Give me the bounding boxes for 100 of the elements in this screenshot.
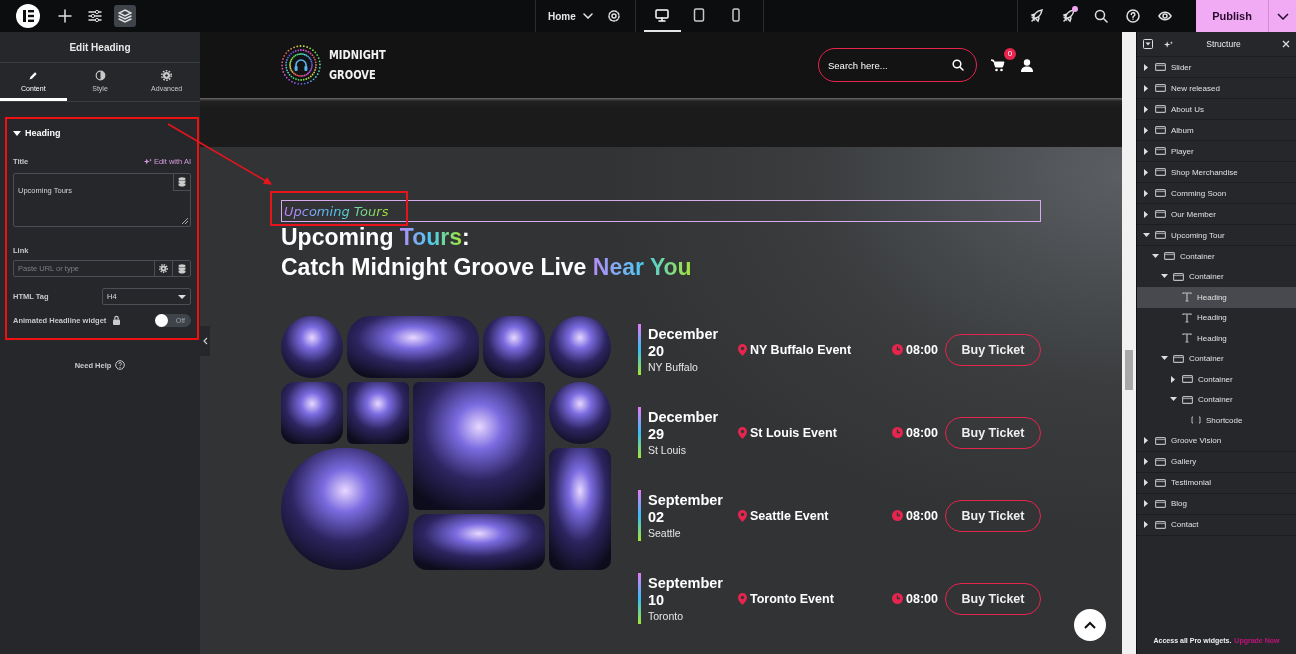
layers-icon (118, 9, 132, 23)
container-icon (1173, 353, 1184, 364)
event-time: 08:00 (906, 591, 938, 606)
container-icon (1155, 230, 1166, 240)
structure-button[interactable] (114, 5, 136, 27)
publish-options-button[interactable] (1268, 0, 1296, 32)
caret-down-icon (178, 294, 186, 299)
plus-icon (58, 9, 72, 23)
chevron-up-icon (1084, 620, 1096, 630)
panel-title: Structure (1205, 39, 1242, 49)
dynamic-tags-button[interactable] (173, 174, 190, 191)
event-time: 08:00 (906, 425, 938, 440)
structure-item[interactable]: Container (1137, 348, 1296, 369)
container-icon (1155, 62, 1166, 72)
structure-item[interactable]: Heading (1137, 307, 1296, 328)
close-icon (1282, 40, 1290, 48)
structure-item[interactable]: Album (1137, 120, 1296, 141)
text-icon (1182, 312, 1192, 323)
collapse-icon (1143, 39, 1153, 49)
event-month: December (648, 408, 720, 426)
section-toggle[interactable]: Heading (13, 128, 61, 138)
structure-item[interactable]: About Us (1137, 99, 1296, 120)
map-pin-icon (738, 592, 747, 605)
publish-button[interactable]: Publish (1196, 0, 1268, 32)
container-icon (1155, 456, 1166, 467)
section-subtitle: Upcoming Tours (284, 203, 389, 219)
container-icon (1155, 435, 1166, 446)
caret-icon (1161, 273, 1168, 281)
eye-icon (1158, 9, 1172, 23)
structure-item[interactable]: Container (1137, 246, 1296, 267)
structure-item[interactable]: Container (1137, 369, 1296, 390)
resize-handle-icon[interactable] (181, 217, 189, 225)
elementor-logo-icon[interactable] (16, 4, 40, 28)
sparkle-icon (1163, 39, 1173, 49)
brand-name: MIDNIGHT GROOVE (329, 46, 386, 84)
structure-item[interactable]: New released (1137, 78, 1296, 99)
structure-item[interactable]: Shop Merchandise (1137, 162, 1296, 183)
scrollbar[interactable] (1122, 32, 1136, 654)
headphones-logo-icon (281, 45, 321, 85)
container-icon (1164, 251, 1175, 262)
structure-item[interactable]: Gallery (1137, 451, 1296, 473)
caret-icon (1161, 355, 1168, 363)
event-month: September (648, 491, 724, 509)
container-icon (1182, 394, 1193, 405)
event-city: Toronto (648, 608, 685, 623)
search-icon (1094, 9, 1108, 23)
structure-item[interactable]: Heading (1137, 328, 1296, 349)
gradient-bar (638, 490, 641, 541)
close-button[interactable] (1282, 40, 1290, 48)
database-icon (177, 263, 186, 274)
page-selector[interactable]: Home (536, 10, 603, 22)
map-pin-icon (738, 426, 747, 439)
caret-icon (1170, 375, 1177, 383)
structure-item[interactable]: Container (1137, 389, 1296, 410)
map-pin-icon (738, 343, 747, 356)
structure-item[interactable]: Contact (1137, 514, 1296, 536)
event-name: St Louis Event (750, 425, 837, 440)
structure-item[interactable]: Blog (1137, 493, 1296, 515)
caret-icon (1143, 84, 1150, 92)
caret-icon (1143, 63, 1150, 71)
structure-item[interactable]: Our Member (1137, 204, 1296, 225)
container-icon (1155, 83, 1166, 93)
event-month: December (648, 325, 720, 343)
collapse-panel-button[interactable] (200, 326, 210, 356)
structure-item[interactable]: Slider (1137, 57, 1296, 78)
event-city: NY Buffalo (648, 359, 699, 374)
scroll-to-top-button[interactable] (1074, 609, 1106, 641)
container-icon (1155, 104, 1166, 114)
structure-item[interactable]: Testimonial (1137, 472, 1296, 494)
map-pin-icon (738, 509, 747, 522)
container-icon (1155, 188, 1166, 198)
clock-icon (892, 510, 903, 521)
event-name: NY Buffalo Event (750, 342, 852, 357)
event-name: Seattle Event (750, 508, 829, 523)
search-icon (952, 59, 964, 71)
settings-icon (161, 69, 173, 81)
structure-item[interactable]: Player (1137, 141, 1296, 162)
desktop-icon (655, 8, 670, 22)
account-button[interactable] (1021, 58, 1033, 72)
container-icon (1155, 167, 1166, 177)
ai-navigator-button[interactable] (1163, 39, 1173, 49)
caret-icon (1170, 396, 1177, 404)
caret-icon (1143, 479, 1150, 486)
structure-item[interactable]: Heading (1137, 287, 1296, 308)
gradient-bar (638, 407, 641, 458)
section-heading: Upcoming Tours: (281, 223, 471, 252)
container-icon (1173, 271, 1184, 282)
rocket-icon (1062, 9, 1076, 23)
structure-item[interactable]: Comming Soon (1137, 183, 1296, 204)
structure-item[interactable]: Groove Vision (1137, 430, 1296, 452)
event-month: September (648, 574, 724, 592)
search-input[interactable]: Search here... (826, 58, 952, 72)
caret-icon (13, 129, 21, 137)
cart-button[interactable] (991, 57, 1007, 73)
structure-item[interactable]: Container (1137, 266, 1296, 287)
structure-item[interactable]: Upcoming Tour (1137, 225, 1296, 246)
gradient-bar (638, 324, 641, 375)
structure-item[interactable]: Shortcode (1137, 410, 1296, 431)
collapse-all-button[interactable] (1143, 39, 1153, 49)
notification-dot (1072, 6, 1078, 12)
